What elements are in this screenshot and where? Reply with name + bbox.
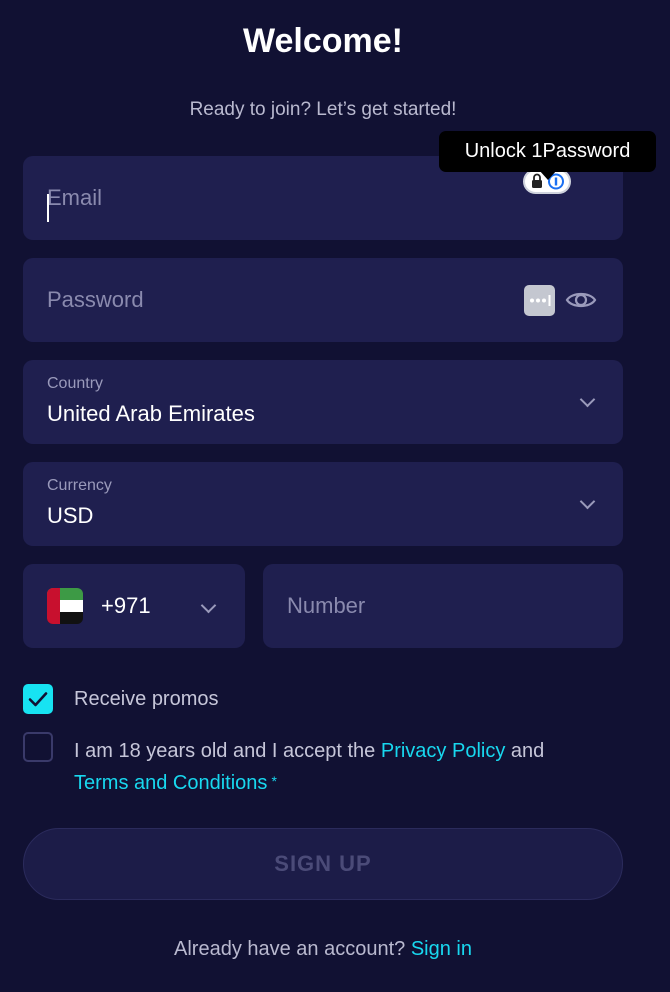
onepassword-tooltip: Unlock 1Password	[439, 131, 656, 172]
footer: Already have an account? Sign in	[0, 938, 646, 961]
currency-select[interactable]: Currency USD	[23, 462, 623, 546]
email-placeholder: Email	[47, 185, 103, 210]
password-placeholder: Password	[47, 287, 144, 312]
terms-checkbox[interactable]	[23, 732, 53, 762]
privacy-policy-link[interactable]: Privacy Policy	[381, 740, 505, 762]
page-subtitle: Ready to join? Let’s get started!	[189, 99, 457, 120]
uae-flag-icon	[47, 588, 83, 624]
promos-label: Receive promos	[74, 688, 219, 710]
terms-label: I am 18 years old and I accept the Priva…	[74, 736, 614, 798]
footer-text: Already have an account?	[174, 938, 411, 960]
currency-label: Currency	[47, 477, 112, 494]
promos-checkbox[interactable]	[23, 684, 53, 714]
chevron-down-icon	[579, 391, 596, 408]
country-value: United Arab Emirates	[47, 401, 255, 426]
phone-code-select[interactable]: +971	[23, 564, 245, 648]
password-field[interactable]: Password	[23, 258, 623, 342]
country-select[interactable]: Country United Arab Emirates	[23, 360, 623, 444]
phone-number-input[interactable]: Number	[263, 564, 623, 648]
terms-prefix: I am 18 years old and I accept the	[74, 740, 381, 762]
terms-conditions-link[interactable]: Terms and Conditions	[74, 772, 267, 794]
required-mark: *	[271, 773, 277, 789]
country-label: Country	[47, 375, 104, 392]
phone-code-value: +971	[101, 593, 151, 618]
sign-in-link[interactable]: Sign in	[411, 938, 472, 960]
chevron-down-icon	[579, 493, 596, 510]
sign-up-button[interactable]: SIGN UP	[23, 828, 623, 900]
terms-and: and	[505, 740, 545, 762]
page-title: Welcome!	[243, 22, 403, 60]
check-icon	[28, 692, 48, 707]
currency-value: USD	[47, 503, 94, 528]
password-manager-icon[interactable]	[524, 285, 555, 316]
tooltip-arrow	[539, 170, 557, 180]
text-cursor	[47, 194, 49, 222]
phone-number-placeholder: Number	[287, 593, 366, 618]
chevron-down-icon	[200, 597, 217, 614]
eye-icon[interactable]	[565, 284, 597, 316]
